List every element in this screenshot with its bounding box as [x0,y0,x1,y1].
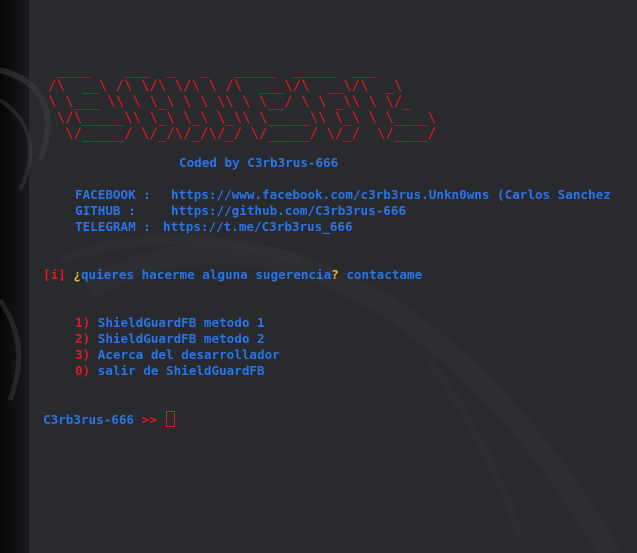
coded-by-line: Coded by C3rb3rus-666 [179,155,339,170]
info-question: quieres hacerme alguna sugerencia [80,267,332,282]
text-cursor[interactable] [166,411,176,427]
menu-number: 0) [75,363,91,378]
info-tag: [i] [43,267,66,282]
menu-number: 1) [75,315,91,330]
close-question-mark: ? [331,267,339,282]
ascii-banner: ____ ___ _ _ _____ _____ ___ /\ __\ /\ \… [48,62,437,142]
menu-option-0[interactable]: 0) salir de ShieldGuardFB [75,363,265,379]
facebook-label: FACEBOOK : [75,187,151,202]
telegram-url[interactable]: https://t.me/C3rb3rus_666 [163,219,353,235]
telegram-label: TELEGRAM : [75,219,151,234]
screen: ____ ___ _ _ _____ _____ ___ /\ __\ /\ \… [0,0,637,553]
desktop-edge [0,0,29,553]
menu-label: ShieldGuardFB metodo 2 [97,331,265,346]
info-contact: contactame [346,267,423,282]
menu-option-2[interactable]: 2) ShieldGuardFB metodo 2 [75,331,265,347]
menu-number: 2) [75,331,91,346]
menu-label: salir de ShieldGuardFB [97,363,265,378]
github-label: GITHUB : [75,203,136,218]
menu-label: Acerca del desarrollador [97,347,280,362]
github-url[interactable]: https://github.com/C3rb3rus-666 [171,203,406,219]
menu-label: ShieldGuardFB metodo 1 [97,315,265,330]
menu-number: 3) [75,347,91,362]
prompt-arrow: >> [141,412,157,427]
facebook-url[interactable]: https://www.facebook.com/c3rb3rus.Unkn0w… [171,187,611,203]
prompt-user: C3rb3rus-666 [43,412,134,427]
menu-option-3[interactable]: 3) Acerca del desarrollador [75,347,280,363]
menu-option-1[interactable]: 1) ShieldGuardFB metodo 1 [75,315,265,331]
info-line: [i] ¿quieres hacerme alguna sugerencia? … [43,267,422,283]
command-prompt[interactable]: C3rb3rus-666 >> [43,411,176,428]
open-question-mark: ¿ [73,267,81,282]
